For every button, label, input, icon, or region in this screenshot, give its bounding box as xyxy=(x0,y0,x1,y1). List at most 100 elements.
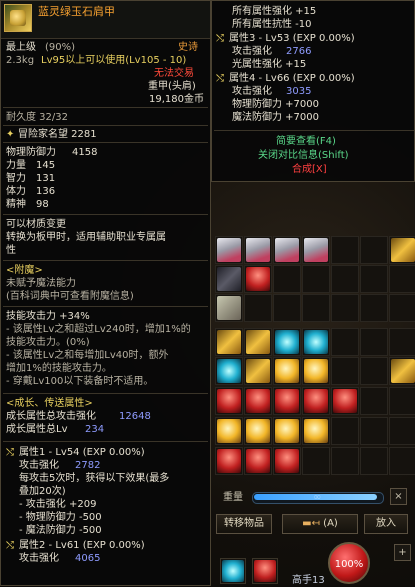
inventory-grid xyxy=(212,236,415,476)
transfer-items-button[interactable]: 转移物品 xyxy=(216,514,272,534)
inventory-slot[interactable] xyxy=(302,328,330,356)
attr-swap-icon: ⤭ xyxy=(6,540,14,551)
inventory-slot[interactable] xyxy=(389,417,415,445)
inventory-slot[interactable] xyxy=(215,236,243,264)
inventory-slot[interactable] xyxy=(389,387,415,415)
inventory-slot[interactable] xyxy=(302,357,330,385)
skill-slot-icon[interactable] xyxy=(220,558,246,584)
inventory-slot[interactable] xyxy=(331,328,359,356)
attr1-desc: 叠加20次) xyxy=(19,486,66,497)
close-compare-link[interactable]: 关闭对比信息(Shift) xyxy=(258,149,349,162)
stat-value: 98 xyxy=(36,199,49,210)
inventory-slot[interactable] xyxy=(273,236,301,264)
hp-orb: 100% xyxy=(328,542,370,584)
inventory-slot[interactable] xyxy=(244,328,272,356)
brief-view-link[interactable]: 简要查看(F4) xyxy=(276,135,336,148)
inventory-button-row: 转移物品 ▬↤ (A) 放入 xyxy=(212,512,415,536)
inventory-slot[interactable] xyxy=(244,294,272,322)
weight-label: 重量 xyxy=(223,492,243,503)
rarity-label: 史诗 xyxy=(178,42,198,53)
inventory-slot[interactable] xyxy=(215,417,243,445)
inventory-slot[interactable] xyxy=(360,294,388,322)
inventory-slot[interactable] xyxy=(302,417,330,445)
item-weight: 2.3kg xyxy=(6,55,35,66)
skill-slot-icon[interactable] xyxy=(252,558,278,584)
inventory-slot[interactable] xyxy=(331,357,359,385)
inventory-slot[interactable] xyxy=(360,357,388,385)
inventory-slot[interactable] xyxy=(360,236,388,264)
inventory-slot[interactable] xyxy=(360,387,388,415)
inventory-slot[interactable] xyxy=(273,328,301,356)
inventory-slot[interactable] xyxy=(302,265,330,293)
inventory-slot[interactable] xyxy=(244,357,272,385)
inventory-slot[interactable] xyxy=(302,447,330,475)
attr1-effect: - 物理防御力 -500 xyxy=(19,512,102,523)
material-change: 可以材质变更 xyxy=(6,219,66,230)
enchant-none: 未赋予魔法能力 xyxy=(6,278,76,289)
attr3-title: 属性3 - Lv53 (EXP 0.00%) xyxy=(229,33,355,44)
inventory-slot[interactable] xyxy=(302,387,330,415)
inventory-slot[interactable] xyxy=(331,236,359,264)
convert-note: 转换为板甲时，适用辅助职业专属属 xyxy=(6,232,166,243)
attr-swap-icon: ⤭ xyxy=(216,33,224,44)
inventory-slot[interactable] xyxy=(244,387,272,415)
attr1-effect: - 魔法防御力 -500 xyxy=(19,525,102,536)
divider xyxy=(214,130,414,131)
inventory-slot[interactable] xyxy=(215,357,243,385)
inventory-slot[interactable] xyxy=(215,265,243,293)
inventory-slot[interactable] xyxy=(389,236,415,264)
attr1-attack-label: 攻击强化 xyxy=(19,460,59,471)
compare-line: 所有属性强化 +15 xyxy=(232,6,317,17)
inventory-slot[interactable] xyxy=(215,447,243,475)
inventory-slot[interactable] xyxy=(302,294,330,322)
inventory-slot[interactable] xyxy=(389,357,415,385)
inventory-slot[interactable] xyxy=(331,265,359,293)
inventory-slot[interactable] xyxy=(273,294,301,322)
inventory-slot[interactable] xyxy=(360,447,388,475)
close-button[interactable]: × xyxy=(390,488,407,505)
inventory-slot[interactable] xyxy=(215,387,243,415)
inventory-slot[interactable] xyxy=(389,265,415,293)
divider xyxy=(3,393,208,394)
inventory-slot[interactable] xyxy=(244,417,272,445)
inventory-slot[interactable] xyxy=(331,447,359,475)
inventory-slot[interactable] xyxy=(244,236,272,264)
inventory-slot[interactable] xyxy=(389,294,415,322)
inventory-slot[interactable] xyxy=(215,294,243,322)
stat-value: 145 xyxy=(36,160,56,171)
inventory-slot[interactable] xyxy=(273,387,301,415)
attr4-magic-def: 魔法防御力 +7000 xyxy=(232,112,320,123)
stat-label: 智力 xyxy=(6,173,26,184)
attr2-attack-label: 攻击强化 xyxy=(19,553,59,564)
inventory-slot[interactable] xyxy=(302,236,330,264)
inventory-slot[interactable] xyxy=(331,387,359,415)
attr1-effect: - 攻击强化 +209 xyxy=(19,499,97,510)
attr1-title: 属性1 - Lv54 (EXP 0.00%) xyxy=(19,447,145,458)
inventory-slot[interactable] xyxy=(244,447,272,475)
compose-link[interactable]: 合成[X] xyxy=(292,163,327,176)
inventory-slot[interactable] xyxy=(331,417,359,445)
inventory-slot[interactable] xyxy=(360,417,388,445)
inventory-slot[interactable] xyxy=(273,357,301,385)
skill-desc: 增加1%的技能攻击力。 xyxy=(6,363,112,374)
inventory-slot[interactable] xyxy=(273,265,301,293)
weight-row: 重量 ∞ × xyxy=(212,486,415,508)
arrange-icon: ▬↤ xyxy=(302,518,320,529)
inventory-slot[interactable] xyxy=(360,328,388,356)
inventory-slot[interactable] xyxy=(360,265,388,293)
add-button[interactable]: + xyxy=(394,544,411,561)
inventory-slot[interactable] xyxy=(273,417,301,445)
reputation-icon: ✦ xyxy=(6,129,15,140)
put-in-button[interactable]: 放入 xyxy=(364,514,408,534)
inventory-slot[interactable] xyxy=(215,328,243,356)
inventory-slot[interactable] xyxy=(389,447,415,475)
skill-desc: - 该属性Lv之和每增加Lv40时，额外 xyxy=(6,350,169,361)
divider xyxy=(3,107,208,108)
inventory-slot[interactable] xyxy=(331,294,359,322)
divider xyxy=(3,125,208,126)
inventory-slot[interactable] xyxy=(244,265,272,293)
skill-attack: 技能攻击力 +34% xyxy=(6,311,90,322)
arrange-button[interactable]: ▬↤ (A) xyxy=(282,514,358,534)
inventory-slot[interactable] xyxy=(389,328,415,356)
inventory-slot[interactable] xyxy=(273,447,301,475)
